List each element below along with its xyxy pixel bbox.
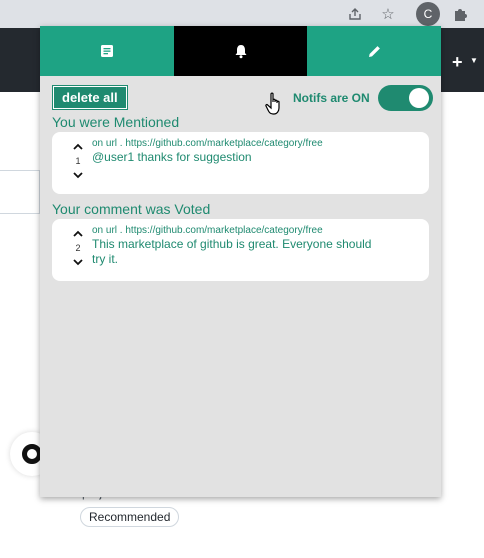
avatar[interactable]: C [416,2,440,26]
mentioned-section-title: You were Mentioned [52,114,180,130]
notification-card: 2 on url . https://github.com/marketplac… [52,219,429,281]
toggle-knob [409,88,429,108]
puzzle-icon[interactable] [449,3,471,25]
notification-popup: delete all Notifs are ON You were Mentio… [40,26,442,497]
background-panel [0,170,40,214]
upvote-icon[interactable] [72,142,84,152]
notes-tab[interactable] [40,26,174,76]
notification-controls: delete all Notifs are ON [40,76,441,116]
notification-card: 1 on url . https://github.com/marketplac… [52,132,429,194]
vote-count: 1 [75,156,81,166]
plus-icon[interactable]: + [452,52,463,73]
pencil-icon [368,45,380,57]
notification-text: This marketplace of github is great. Eve… [92,237,372,266]
notification-url[interactable]: on url . https://github.com/marketplace/… [92,138,323,149]
recommended-badge: Recommended [80,507,180,527]
vote-control: 2 [72,229,84,267]
notification-url[interactable]: on url . https://github.com/marketplace/… [92,225,323,236]
notifs-status-label: Notifs are ON [293,91,370,105]
edit-tab[interactable] [307,26,442,76]
browser-toolbar: ☆ C [0,0,484,28]
share-icon[interactable] [344,3,366,25]
notifs-toggle[interactable] [378,85,433,111]
vote-count: 2 [75,243,81,253]
star-icon[interactable]: ☆ [377,3,399,25]
notification-text: @user1 thanks for suggestion [92,150,252,164]
notifications-tab[interactable] [173,26,308,76]
downvote-icon[interactable] [72,257,84,267]
delete-all-button[interactable]: delete all [52,85,128,110]
downvote-icon[interactable] [72,170,84,180]
voted-section-title: Your comment was Voted [52,201,211,217]
caret-down-icon[interactable]: ▼ [470,56,478,65]
document-icon [100,45,113,57]
upvote-icon[interactable] [72,229,84,239]
vote-control: 1 [72,142,84,180]
bell-icon [235,44,246,58]
hand-cursor-icon [265,92,280,115]
popup-tabs [40,26,442,76]
